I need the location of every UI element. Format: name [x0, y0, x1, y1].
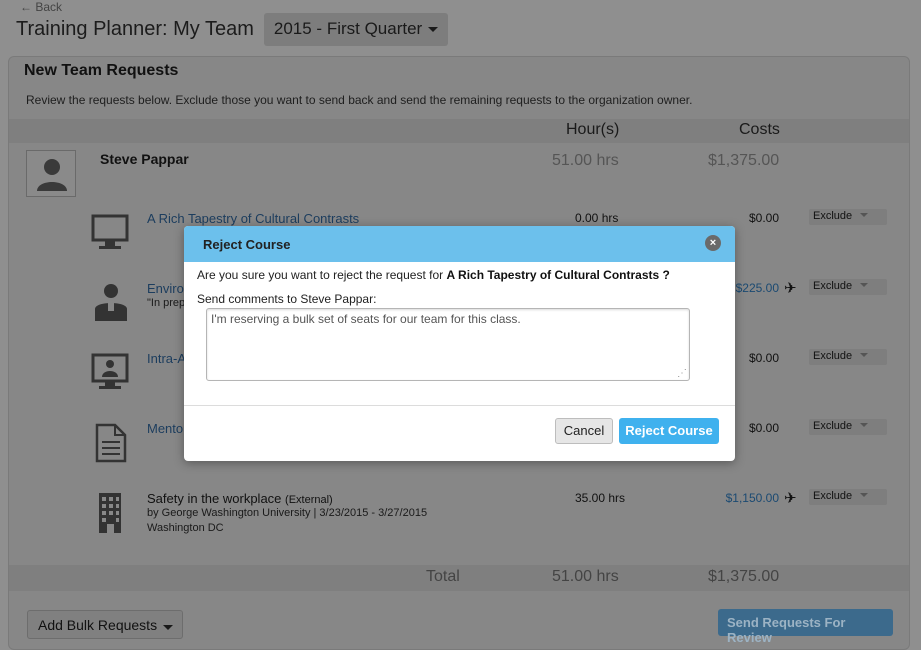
course-hours: 0.00 hrs	[575, 211, 619, 225]
total-label: Total	[426, 568, 460, 585]
course-cost: $0.00	[748, 351, 779, 365]
panel-title: New Team Requests	[24, 62, 179, 79]
exclude-dropdown[interactable]: Exclude	[809, 349, 887, 365]
title-row: Training Planner: My Team 2015 - First Q…	[16, 13, 449, 46]
caret-down-icon	[428, 26, 439, 32]
course-cost: $1,150.00	[725, 491, 779, 505]
exclude-label: Exclude	[813, 280, 853, 292]
exclude-label: Exclude	[813, 350, 853, 362]
dialog-header: Reject Course ×	[184, 226, 735, 262]
add-bulk-requests-button[interactable]: Add Bulk Requests	[27, 610, 183, 639]
quarter-dropdown[interactable]: 2015 - First Quarter	[263, 13, 449, 46]
course-location: Washington DC	[147, 522, 224, 534]
course-hours: 35.00 hrs	[575, 491, 626, 505]
airplane-icon: ✈	[784, 280, 797, 297]
course-cost: $0.00	[748, 211, 779, 225]
course-row: Safety in the workplace (External) by Ge…	[9, 489, 909, 551]
send-requests-button[interactable]: Send Requests For Review	[718, 609, 893, 645]
resize-handle-icon[interactable]: ⋰	[677, 368, 687, 379]
virtual-classroom-icon	[89, 351, 133, 395]
exclude-label: Exclude	[813, 210, 853, 222]
quarter-dropdown-label: 2015 - First Quarter	[273, 19, 423, 38]
course-subtext: by George Washington University | 3/23/2…	[147, 507, 428, 519]
exclude-label: Exclude	[813, 420, 853, 432]
course-cost: $0.00	[748, 421, 779, 435]
course-title-text: Safety in the workplace	[147, 491, 282, 506]
course-link[interactable]: A Rich Tapestry of Cultural Contrasts	[147, 211, 359, 226]
course-cost: $225.00	[735, 281, 779, 295]
column-header-costs: Costs	[739, 121, 780, 138]
course-title: Safety in the workplace (External)	[147, 491, 333, 506]
exclude-dropdown[interactable]: Exclude	[809, 279, 887, 295]
exclude-dropdown[interactable]: Exclude	[809, 419, 887, 435]
document-icon	[89, 421, 133, 465]
caret-down-icon	[860, 353, 869, 357]
exclude-label: Exclude	[813, 490, 853, 502]
caret-down-icon	[860, 423, 869, 427]
dialog-divider	[184, 405, 735, 406]
cancel-button[interactable]: Cancel	[555, 418, 613, 444]
column-header-hours: Hour(s)	[566, 121, 620, 138]
confirm-course-name: A Rich Tapestry of Cultural Contrasts ?	[446, 268, 670, 282]
course-link[interactable]: Intra-A	[147, 351, 186, 366]
course-link[interactable]: Mento	[147, 421, 183, 436]
instructor-icon	[89, 281, 133, 325]
monitor-icon	[89, 211, 133, 255]
back-link[interactable]: ← Back	[20, 0, 62, 14]
add-bulk-requests-label: Add Bulk Requests	[38, 617, 158, 633]
caret-down-icon	[860, 213, 869, 217]
exclude-dropdown[interactable]: Exclude	[809, 209, 887, 225]
caret-down-icon	[860, 493, 869, 497]
person-hours: 51.00 hrs	[552, 152, 619, 169]
avatar	[26, 150, 76, 197]
caret-down-icon	[860, 283, 869, 287]
confirm-prefix: Are you sure you want to reject the requ…	[197, 268, 447, 282]
reject-course-dialog: Reject Course × Are you sure you want to…	[184, 226, 735, 461]
dialog-title: Reject Course	[203, 237, 291, 252]
airplane-icon: ✈	[784, 490, 797, 507]
building-icon	[89, 491, 133, 535]
course-type-tag: (External)	[285, 494, 333, 506]
close-icon[interactable]: ×	[705, 235, 721, 251]
person-costs: $1,375.00	[708, 152, 780, 169]
course-subtext: "In prep	[147, 297, 186, 309]
reject-course-button[interactable]: Reject Course	[619, 418, 719, 444]
confirm-message: Are you sure you want to reject the requ…	[197, 268, 670, 282]
course-link[interactable]: Enviro	[147, 281, 184, 296]
comments-textarea[interactable]: I'm reserving a bulk set of seats for ou…	[206, 308, 690, 381]
person-name: Steve Pappar	[100, 151, 189, 167]
page-title: Training Planner: My Team	[16, 18, 254, 40]
total-hours: 51.00 hrs	[552, 568, 619, 585]
panel-description: Review the requests below. Exclude those…	[26, 93, 693, 107]
caret-down-icon	[163, 625, 174, 630]
exclude-dropdown[interactable]: Exclude	[809, 489, 887, 505]
comments-label: Send comments to Steve Pappar:	[197, 292, 377, 306]
total-costs: $1,375.00	[708, 568, 780, 585]
